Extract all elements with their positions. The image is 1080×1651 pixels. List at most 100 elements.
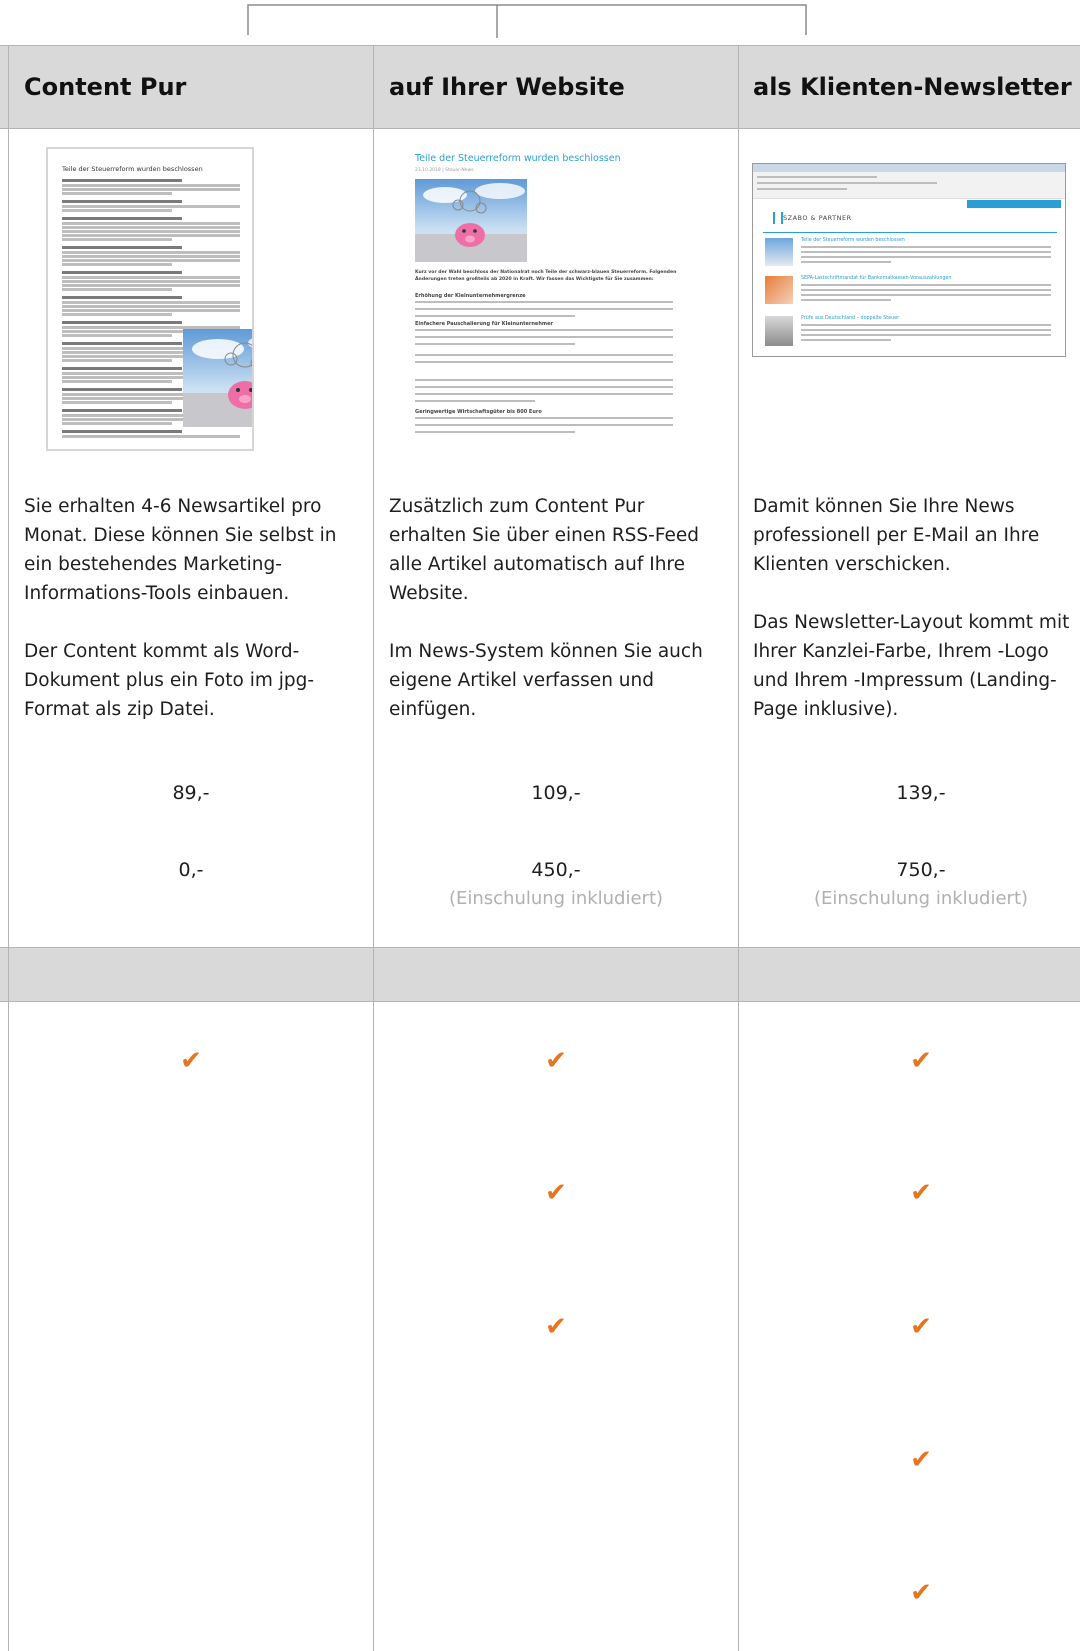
setup-note-newsletter: (Einschulung inkludiert): [813, 888, 1029, 909]
setup-price-website: 450,-: [531, 859, 581, 881]
text-placeholder-line: [62, 226, 240, 229]
text-placeholder-line: [801, 299, 891, 301]
text-placeholder-line: [62, 301, 240, 304]
check-icon: ✔: [910, 1312, 932, 1342]
column-divider-1: [373, 45, 374, 1651]
text-placeholder-line: [62, 342, 182, 345]
text-placeholder-line: [801, 284, 1051, 286]
text-placeholder-line: [62, 296, 182, 299]
text-placeholder-line: [415, 393, 673, 395]
newsletter-item-2[interactable]: SEPA-Lastschriftmandat für Bankomatkasse…: [801, 276, 951, 281]
column-title-content-pur: Content Pur: [24, 73, 187, 101]
text-placeholder-line: [62, 309, 240, 312]
text-placeholder-line: [415, 379, 673, 381]
text-placeholder-line: [62, 205, 240, 208]
text-placeholder-line: [62, 313, 172, 316]
newsletter-item-3[interactable]: Prüfe aus Deutschland – doppelte Steuer: [801, 316, 899, 321]
grey-band-bottom: [0, 1001, 1080, 1002]
article-lead: Kurz vor der Wahl beschloss der National…: [415, 270, 677, 282]
text-placeholder-line: [62, 288, 172, 291]
text-placeholder-line: [62, 209, 172, 212]
text-placeholder-line: [62, 255, 240, 258]
text-placeholder-line: [62, 409, 182, 412]
text-placeholder-line: [62, 334, 172, 337]
text-placeholder-line: [62, 200, 182, 203]
text-placeholder-line: [62, 388, 182, 391]
article-section-1: Erhöhung der Kleinunternehmergrenze: [415, 293, 526, 299]
text-placeholder-line: [801, 251, 1051, 253]
text-placeholder-line: [757, 176, 877, 178]
description-paragraph: Im News-System können Sie auch eigene Ar…: [389, 641, 703, 720]
description-newsletter: Damit können Sie Ihre News professionell…: [753, 492, 1079, 753]
text-placeholder-line: [415, 301, 673, 303]
text-placeholder-line: [62, 359, 172, 362]
email-titlebar: [753, 164, 1065, 172]
newsletter-topbar: [967, 200, 1061, 208]
piggy-bank-photo: [183, 329, 252, 427]
text-placeholder-line: [801, 339, 891, 341]
text-placeholder-line: [62, 305, 240, 308]
description-paragraph: Damit können Sie Ihre News professionell…: [753, 496, 1040, 575]
brand-logo-icon: [773, 212, 783, 224]
text-placeholder-line: [415, 361, 673, 363]
check-icon: ✔: [910, 1178, 932, 1208]
text-placeholder-line: [62, 430, 182, 433]
column-title-website: auf Ihrer Website: [389, 73, 625, 101]
text-placeholder-line: [801, 294, 1051, 296]
newsletter-brand: SZABO & PARTNER: [783, 214, 852, 222]
comparison-table: Content Pur auf Ihrer Website als Klient…: [0, 45, 1080, 1651]
newsletter-item-image-2: [765, 276, 793, 304]
text-placeholder-line: [62, 271, 182, 274]
text-placeholder-line: [801, 334, 1051, 336]
connector-bracket: [247, 4, 807, 38]
header-border: [0, 128, 1080, 129]
word-document-thumbnail: Teile der Steuerreform wurden beschlosse…: [46, 147, 254, 451]
newsletter-item-image-3: [765, 316, 793, 346]
text-placeholder-line: [62, 188, 240, 191]
setup-note-website: (Einschulung inkludiert): [448, 888, 664, 909]
text-placeholder-line: [415, 329, 673, 331]
article-section-3: Geringwertige Wirtschaftsgüter bis 800 E…: [415, 409, 542, 415]
text-placeholder-line: [415, 400, 535, 402]
check-icon: ✔: [910, 1578, 932, 1608]
newsletter-divider: [763, 232, 1057, 233]
text-placeholder-line: [415, 386, 673, 388]
text-placeholder-line: [62, 251, 240, 254]
article-heading: Teile der Steuerreform wurden beschlosse…: [415, 153, 621, 164]
text-placeholder-line: [62, 280, 240, 283]
website-article-thumbnail: Teile der Steuerreform wurden beschlosse…: [411, 149, 679, 445]
text-placeholder-line: [62, 284, 240, 287]
text-placeholder-line: [62, 184, 240, 187]
check-icon: ✔: [180, 1046, 202, 1076]
check-icon: ✔: [910, 1046, 932, 1076]
text-placeholder-line: [801, 246, 1051, 248]
text-placeholder-line: [415, 424, 673, 426]
text-placeholder-line: [62, 179, 182, 182]
newsletter-item-1[interactable]: Teile der Steuerreform wurden beschlosse…: [801, 238, 905, 243]
check-icon: ✔: [545, 1046, 567, 1076]
text-placeholder-line: [415, 431, 575, 433]
text-placeholder-line: [62, 276, 240, 279]
table-border-left: [8, 45, 9, 1651]
monthly-price-website: 109,-: [531, 782, 581, 804]
text-placeholder-line: [62, 246, 182, 249]
text-placeholder-line: [62, 401, 172, 404]
text-placeholder-line: [801, 256, 1051, 258]
check-icon: ✔: [545, 1178, 567, 1208]
description-paragraph: Das Newsletter-Layout kommt mit Ihrer Ka…: [753, 612, 1070, 720]
newsletter-thumbnail: SZABO & PARTNER Teile der Steuerreform w…: [752, 163, 1066, 357]
text-placeholder-line: [415, 336, 673, 338]
piggy-bank-photo: [415, 179, 527, 262]
text-placeholder-line: [415, 308, 673, 310]
setup-price-newsletter: 750,-: [896, 859, 946, 881]
monthly-price-content-pur: 89,-: [172, 782, 210, 804]
column-divider-2: [738, 45, 739, 1651]
text-placeholder-line: [801, 329, 1051, 331]
description-paragraph: Der Content kommt als Word-Dokument plus…: [24, 641, 315, 720]
text-placeholder-line: [62, 422, 172, 425]
text-placeholder-line: [62, 230, 240, 233]
description-content-pur: Sie erhalten 4-6 Newsartikel pro Monat. …: [24, 492, 356, 753]
text-placeholder-line: [415, 315, 575, 317]
text-placeholder-line: [757, 182, 937, 184]
text-placeholder-line: [801, 261, 891, 263]
